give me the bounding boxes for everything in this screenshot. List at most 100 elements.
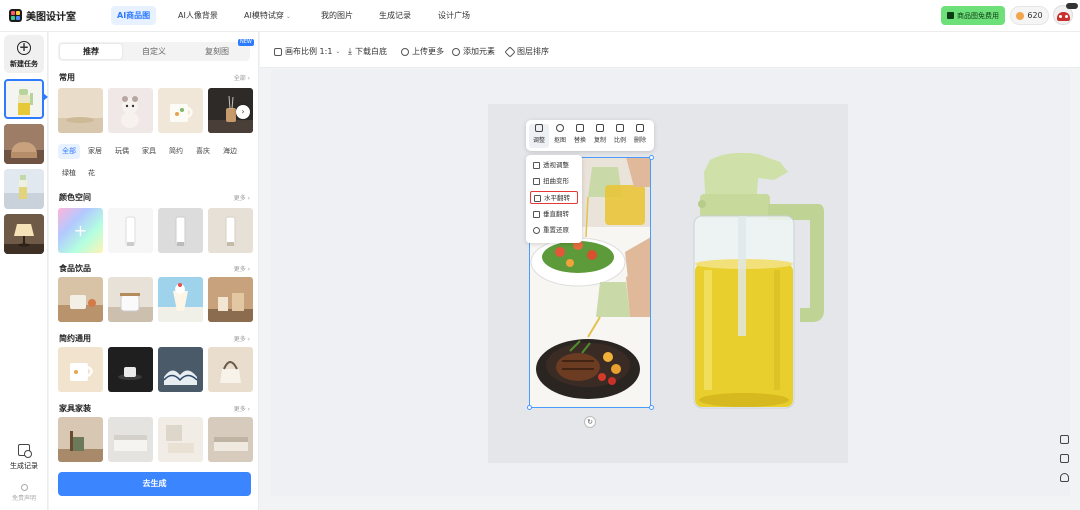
resize-handle[interactable] <box>649 155 654 160</box>
template-thumbnail[interactable] <box>108 417 153 462</box>
upload-icon <box>401 47 409 56</box>
add-element-icon <box>452 47 460 56</box>
section-more-color-space[interactable]: 更多 › <box>234 193 250 202</box>
generate-button[interactable]: 去生成 <box>58 472 251 496</box>
chip-seaside[interactable]: 海边 <box>219 144 241 159</box>
chip-festive[interactable]: 喜庆 <box>192 144 214 159</box>
nav-ai-portrait-background[interactable]: AI人像背景 <box>172 6 224 25</box>
section-title-common: 常用 <box>59 73 75 82</box>
book-icon[interactable] <box>1059 454 1069 463</box>
history-button[interactable]: 生成记录 <box>4 444 44 471</box>
nav-ai-product-image[interactable]: AI商品图 <box>111 6 157 25</box>
ctx-adjust[interactable]: 调整 <box>529 124 549 148</box>
menu-reset[interactable]: 重置还原 <box>530 224 578 237</box>
template-thumbnail[interactable] <box>158 208 203 253</box>
menu-flip-horizontal[interactable]: 水平翻转 <box>530 191 578 204</box>
template-thumbnail[interactable] <box>58 88 103 133</box>
task-thumbnail-bottle-scene[interactable] <box>4 169 44 209</box>
chevron-down-icon: ⌄ <box>285 13 291 20</box>
ctx-copy[interactable]: 复制 <box>590 124 610 144</box>
menu-flip-vertical[interactable]: 垂直翻转 <box>530 208 578 221</box>
template-thumbnail[interactable] <box>58 417 103 462</box>
template-thumbnail[interactable] <box>108 88 153 133</box>
template-thumbnail[interactable] <box>108 347 153 392</box>
template-thumbnail[interactable] <box>58 277 103 322</box>
template-thumbnail[interactable] <box>58 347 103 392</box>
template-panel: 推荐 自定义 复刻图 NEW 常用 全部 › › 全部 家居 玩偶 家具 简约 … <box>49 32 259 510</box>
chip-home[interactable]: 家居 <box>84 144 106 159</box>
tab-custom[interactable]: 自定义 <box>123 44 185 59</box>
left-rail: + 新建任务 生成记录 免责声明 <box>0 32 48 510</box>
chip-doll[interactable]: 玩偶 <box>111 144 133 159</box>
template-thumbnail[interactable] <box>108 277 153 322</box>
tab-replicate[interactable]: 复刻图 <box>186 44 248 59</box>
template-thumbnail[interactable] <box>158 277 203 322</box>
chip-simple[interactable]: 简约 <box>165 144 187 159</box>
template-thumbnail[interactable] <box>208 208 253 253</box>
layer-order-button[interactable]: 图层排序 <box>504 45 549 58</box>
menu-perspective[interactable]: 透视调整 <box>530 159 578 172</box>
menu-warp[interactable]: 扭曲变形 <box>530 175 578 188</box>
rotate-icon[interactable]: ↻ <box>584 416 596 428</box>
task-thumbnail-oil-bottle[interactable] <box>4 79 44 119</box>
task-thumbnail-lamp[interactable] <box>4 214 44 254</box>
section-more-furniture[interactable]: 更多 › <box>234 404 250 413</box>
feedback-icon[interactable] <box>1059 435 1069 444</box>
nav-history[interactable]: 生成记录 <box>373 6 417 25</box>
ctx-delete[interactable]: 删除 <box>630 124 650 144</box>
ctx-cutout[interactable]: 抠图 <box>550 124 570 144</box>
app-logo[interactable]: 美图设计室 <box>9 8 76 23</box>
upload-more-button[interactable]: 上传更多 <box>401 46 444 57</box>
free-product-image-button[interactable]: 商品图免费用 <box>941 6 1005 25</box>
info-icon <box>20 484 28 491</box>
chip-furniture[interactable]: 家具 <box>138 144 160 159</box>
selected-indicator <box>43 93 48 101</box>
layers-icon <box>504 45 516 58</box>
download-white-button[interactable]: ⤓ 下载白底 <box>348 46 387 57</box>
template-thumbnail[interactable] <box>208 277 253 322</box>
new-badge: NEW <box>238 39 254 46</box>
ctx-ratio[interactable]: 比例 <box>610 124 630 144</box>
trash-icon <box>636 124 644 132</box>
headset-icon[interactable] <box>1059 473 1069 482</box>
chip-all[interactable]: 全部 <box>58 144 80 159</box>
resize-handle[interactable] <box>649 405 654 410</box>
template-thumbnail[interactable] <box>208 347 253 392</box>
resize-handle[interactable] <box>527 405 532 410</box>
panel-tabs: 推荐 自定义 复刻图 NEW <box>58 39 254 61</box>
task-thumbnail-bag[interactable] <box>4 124 44 164</box>
section-more-food[interactable]: 更多 › <box>234 264 250 273</box>
reset-icon <box>533 227 540 234</box>
chip-plants[interactable]: 绿植 <box>58 166 80 181</box>
nav-ai-model-tryon[interactable]: AI模特试穿 ⌄ <box>238 6 297 25</box>
disclaimer-link[interactable]: 免责声明 <box>4 484 44 502</box>
coin-icon <box>1016 11 1025 20</box>
canvas-ratio-dropdown[interactable]: 画布比例 1:1 ⌄ <box>274 46 340 57</box>
furniture-templates-row <box>58 417 253 462</box>
template-thumbnail[interactable] <box>108 208 153 253</box>
custom-color-thumbnail[interactable]: + <box>58 208 103 253</box>
top-nav-bar: 美图设计室 AI商品图 AI人像背景 AI模特试穿 ⌄ 我的图片 生成记录 设计广… <box>0 0 1080 32</box>
section-more-common[interactable]: 全部 › <box>234 73 250 82</box>
section-more-simple[interactable]: 更多 › <box>234 334 250 343</box>
add-element-button[interactable]: 添加元素 <box>452 46 495 57</box>
logo-icon <box>9 9 22 22</box>
template-thumbnail[interactable] <box>158 88 203 133</box>
nav-my-images[interactable]: 我的图片 <box>315 6 359 25</box>
color-space-row: + <box>58 208 253 253</box>
download-icon: ⤓ <box>348 46 352 57</box>
chip-flowers[interactable]: 花 <box>84 166 99 181</box>
ctx-replace[interactable]: 替换 <box>570 124 590 144</box>
template-thumbnail[interactable] <box>158 347 203 392</box>
product-oil-bottle[interactable] <box>688 150 828 412</box>
chevron-right-icon[interactable]: › <box>236 105 250 119</box>
points-balance[interactable]: 620 <box>1010 6 1049 25</box>
app-name: 美图设计室 <box>26 12 76 23</box>
new-task-button[interactable]: + 新建任务 <box>4 35 44 73</box>
nav-design-square[interactable]: 设计广场 <box>432 6 476 25</box>
template-thumbnail[interactable] <box>158 417 203 462</box>
adjust-menu: 透视调整 扭曲变形 水平翻转 垂直翻转 重置还原 <box>526 155 582 243</box>
tab-recommend[interactable]: 推荐 <box>60 44 122 59</box>
context-toolbar: 调整 抠图 替换 复制 比例 删除 <box>526 120 654 151</box>
template-thumbnail[interactable] <box>208 417 253 462</box>
